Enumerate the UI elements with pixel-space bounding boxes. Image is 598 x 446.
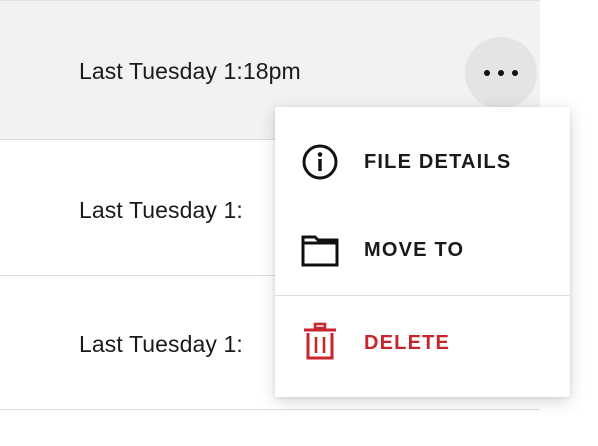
file-list-screen: Last Tuesday 1:18pm Last Tuesday 1: Last… <box>0 0 598 446</box>
info-icon <box>302 144 338 180</box>
more-options-button[interactable] <box>465 37 537 109</box>
menu-item-move-to[interactable]: MOVE TO <box>275 206 570 294</box>
menu-item-file-details[interactable]: FILE DETAILS <box>275 118 570 206</box>
modified-date: Last Tuesday 1:18pm <box>79 58 301 84</box>
menu-divider <box>275 295 570 296</box>
menu-item-label: MOVE TO <box>364 239 465 261</box>
file-context-menu: FILE DETAILS MOVE TO DELETE <box>275 107 570 397</box>
menu-item-delete[interactable]: DELETE <box>275 297 570 385</box>
modified-date: Last Tuesday 1: <box>79 197 243 223</box>
folder-icon <box>301 235 339 267</box>
modified-date: Last Tuesday 1: <box>79 331 243 357</box>
menu-item-label: FILE DETAILS <box>364 151 512 173</box>
trash-icon <box>304 322 336 360</box>
more-horizontal-icon <box>480 70 522 76</box>
menu-item-label: DELETE <box>364 332 451 354</box>
